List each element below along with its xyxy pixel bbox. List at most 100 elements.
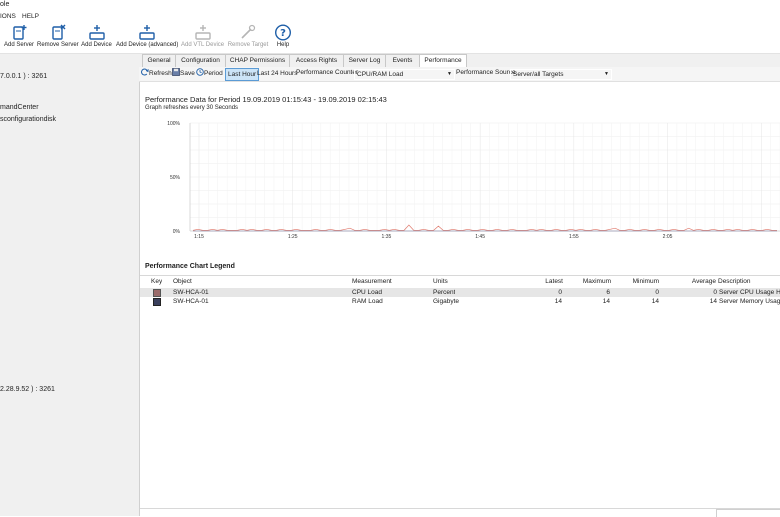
chart-grid [189, 122, 780, 232]
x-tick-label: 1:35 [382, 234, 392, 240]
performance-toolbar: Refresh Save Period Last Hour Last 24 Ho… [139, 67, 780, 82]
tab-performance[interactable]: Performance [419, 54, 467, 68]
x-tick-label: 1:25 [288, 234, 298, 240]
title-bar: ole [0, 0, 780, 11]
col-key[interactable]: Key [151, 277, 162, 286]
performance-chart: 100% 50% 0% 1:15 1:25 1:35 1:45 1:55 2:05 [167, 121, 780, 240]
legend-table: Key Object Measurement Units Latest Maxi… [140, 275, 780, 306]
refresh-label: Refresh [149, 70, 172, 77]
tab-general[interactable]: General [142, 54, 176, 67]
add-server-icon [13, 25, 27, 40]
performance-source-label: Performance Source [456, 69, 516, 76]
period-label: Period [204, 70, 223, 77]
tab-server-log[interactable]: Server Log [343, 54, 386, 67]
tree-node-server-remote[interactable]: 2.28.9.52 ) : 3261 [0, 386, 55, 393]
col-maximum[interactable]: Maximum [565, 277, 611, 286]
bottom-divider [140, 508, 780, 509]
chart-y-ticks: 100% 50% 0% [167, 121, 180, 235]
legend-object: SW-HCA-01 [173, 298, 209, 305]
help-icon: ? [274, 24, 292, 41]
remove-server-button[interactable]: Remove Server [37, 24, 79, 48]
tab-events[interactable]: Events [385, 54, 420, 67]
menu-bar: IONS HELP [0, 11, 780, 22]
y-tick-label: 100% [167, 121, 180, 127]
chart-series [192, 224, 777, 232]
chart-x-ticks: 1:15 1:25 1:35 1:45 1:55 2:05 [194, 234, 672, 240]
add-device-advanced-button[interactable]: Add Device (advanced) [116, 24, 178, 48]
tree-node-configurationdisk[interactable]: sconfigurationdisk [0, 116, 56, 123]
x-tick-label: 1:15 [194, 234, 204, 240]
menu-item-help[interactable]: HELP [22, 13, 39, 20]
col-object[interactable]: Object [173, 277, 192, 286]
save-label: Save [180, 70, 195, 77]
tab-strip: General Configuration CHAP Permissions A… [139, 54, 780, 68]
help-button[interactable]: ? Help [272, 24, 294, 48]
performance-counter-value: CPU/RAM Load [357, 71, 404, 78]
legend-latest: 14 [554, 298, 562, 305]
legend-description: Server Memory Usage H [719, 298, 780, 305]
performance-panel: Performance Data for Period 19.09.2019 0… [140, 82, 780, 516]
performance-counter-label: Performance Counter [296, 69, 359, 76]
legend-minimum: 0 [655, 289, 659, 296]
legend-row[interactable]: SW-HCA-01 RAM Load Gigabyte 14 14 14 14 … [140, 297, 780, 306]
performance-title: Performance Data for Period 19.09.2019 0… [145, 95, 387, 104]
add-device-advanced-icon [139, 25, 155, 40]
col-average[interactable]: Average [661, 277, 716, 286]
tab-configuration[interactable]: Configuration [175, 54, 226, 67]
remove-target-icon [241, 24, 256, 39]
save-button[interactable]: Save [172, 68, 195, 79]
tab-access-rights[interactable]: Access Rights [289, 54, 344, 67]
add-vtl-device-icon [194, 25, 211, 40]
add-device-button[interactable]: Add Device [80, 24, 113, 48]
y-tick-label: 50% [170, 175, 181, 181]
remove-target-button[interactable]: Remove Target [227, 24, 269, 48]
col-measurement[interactable]: Measurement [352, 277, 392, 286]
col-units[interactable]: Units [433, 277, 448, 286]
col-minimum[interactable]: Minimum [613, 277, 659, 286]
x-tick-label: 1:45 [475, 234, 485, 240]
x-tick-label: 2:05 [663, 234, 673, 240]
performance-source-select[interactable]: Server/all Targets ▼ [510, 69, 612, 80]
toolbar: Add Server Remove Server Add Device Add … [0, 22, 780, 54]
legend-object: SW-HCA-01 [173, 289, 209, 296]
col-description[interactable]: Description [718, 277, 780, 286]
refresh-button[interactable]: Refresh [141, 68, 172, 79]
refresh-icon [141, 68, 149, 76]
legend-average: 0 [713, 289, 717, 296]
series-line [192, 224, 777, 231]
legend-header-row: Key Object Measurement Units Latest Maxi… [140, 277, 780, 286]
tree-node-server-local[interactable]: 7.0.0.1 ) : 3261 [0, 73, 47, 80]
add-server-button[interactable]: Add Server [3, 24, 35, 48]
legend-minimum: 14 [651, 298, 659, 305]
menu-item-options[interactable]: IONS [0, 13, 16, 20]
last-hour-button[interactable]: Last Hour [225, 68, 260, 81]
save-icon [172, 68, 180, 76]
legend-measurement: RAM Load [352, 298, 383, 305]
last-24-hours-button[interactable]: Last 24 Hours [257, 68, 297, 79]
legend-key-swatch [153, 289, 161, 297]
tree-node-commandcenter[interactable]: mandCenter [0, 104, 39, 111]
window-title: ole [0, 1, 10, 8]
legend-average: 14 [709, 298, 717, 305]
clock-icon [196, 68, 204, 76]
x-tick-label: 1:55 [569, 234, 579, 240]
legend-units: Percent [433, 289, 456, 296]
col-latest[interactable]: Latest [518, 277, 563, 286]
period-button[interactable]: Period [196, 68, 223, 79]
refresh-note: Graph refreshes every 30 Seconds [145, 105, 239, 111]
add-vtl-device-button[interactable]: Add VTL Device [181, 24, 224, 48]
y-tick-label: 0% [173, 229, 181, 235]
dropdown-arrow-icon: ▼ [447, 71, 452, 77]
legend-units: Gigabyte [433, 298, 460, 305]
legend-title: Performance Chart Legend [145, 263, 235, 270]
legend-row[interactable]: SW-HCA-01 CPU Load Percent 0 6 0 0 Serve… [140, 288, 780, 297]
legend-maximum: 6 [606, 289, 610, 296]
tab-chap-permissions[interactable]: CHAP Permissions [225, 54, 290, 67]
dropdown-arrow-icon: ▼ [604, 71, 609, 77]
remove-server-icon [51, 24, 65, 40]
legend-latest: 0 [558, 289, 562, 296]
performance-counter-select[interactable]: CPU/RAM Load ▼ [354, 69, 455, 80]
legend-key-swatch [153, 298, 161, 306]
performance-source-value: Server/all Targets [513, 71, 564, 78]
legend-maximum: 14 [602, 298, 610, 305]
